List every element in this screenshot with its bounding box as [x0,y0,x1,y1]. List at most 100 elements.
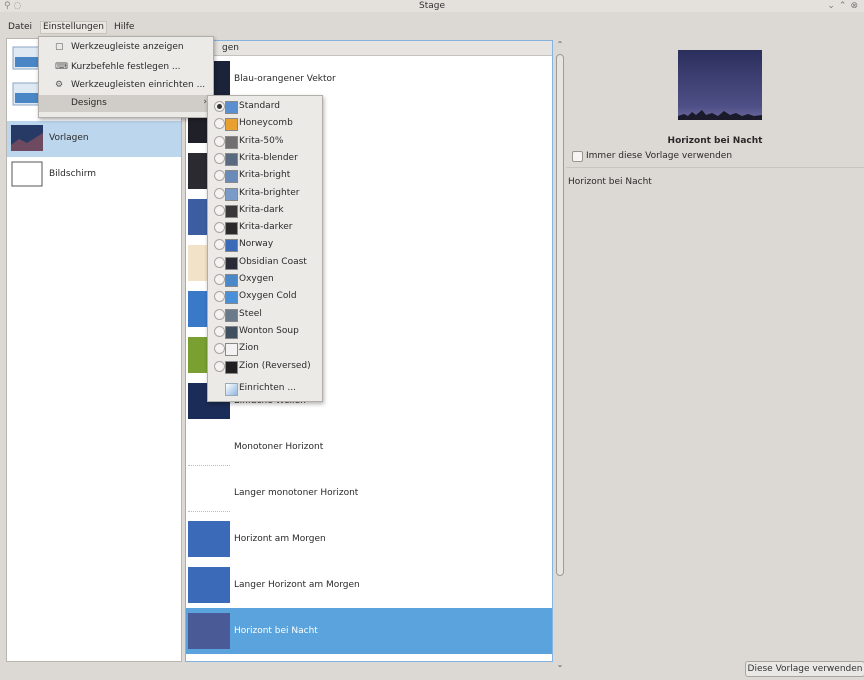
design-label: Norway [239,239,274,250]
template-thumbnail [188,567,230,603]
radio-icon[interactable] [214,256,225,268]
design-label: Obsidian Coast [239,256,307,267]
menu-item-designs[interactable]: Designs › [39,95,213,112]
design-option[interactable]: Oxygen [208,271,322,288]
radio-icon[interactable] [214,118,225,130]
menu-hilfe[interactable]: Hilfe [112,22,136,33]
window-title: Stage [418,1,445,11]
design-label: Krita-bright [239,170,291,181]
design-option[interactable]: Krita-brighter [208,185,322,202]
theme-swatch-icon [225,152,238,166]
design-label: Krita-dark [239,204,284,215]
radio-icon[interactable] [214,135,225,147]
template-thumbnail [188,429,230,466]
design-option[interactable]: Krita-50% [208,133,322,150]
theme-swatch-icon [225,360,238,374]
design-label: Krita-blender [239,152,298,163]
configure-icon [225,383,238,396]
designs-submenu: Standard Honeycomb Krita-50% Krita-blender K… [207,95,323,402]
template-row[interactable]: Horizont bei Nacht [186,608,552,654]
scrollbar-handle[interactable] [556,54,564,576]
design-label: Standard [239,101,280,111]
menu-einstellungen[interactable]: Einstellungen [40,21,108,34]
configure-toolbars-icon: ⚙ [55,80,64,90]
radio-icon[interactable] [214,308,225,320]
design-label: Zion (Reversed) [239,360,311,371]
radio-icon[interactable] [214,152,225,164]
theme-swatch-icon [225,170,238,184]
radio-icon[interactable] [214,222,225,234]
menu-item-configure-toolbars[interactable]: ⚙ Werkzeugleisten einrichten ... [39,77,213,94]
design-option[interactable]: Zion [208,340,322,357]
design-option[interactable]: Obsidian Coast [208,254,322,271]
radio-icon[interactable] [214,239,225,251]
template-label: Langer Horizont am Morgen [234,580,360,590]
template-row[interactable]: Horizont am Morgen [186,516,552,562]
theme-swatch-icon [225,101,238,114]
scroll-up-icon[interactable]: ⌃ [554,40,566,49]
template-label: Blau-orangener Vektor [234,74,336,84]
menu-item-shortcuts[interactable]: ⌨ Kurzbefehle festlegen ... [39,59,213,76]
design-label: Oxygen [239,274,274,284]
template-row[interactable]: Langer Horizont am Morgen [186,562,552,608]
theme-swatch-icon [225,343,238,357]
keyboard-shortcuts-icon: ⌨ [55,62,68,72]
radio-icon[interactable] [214,274,225,285]
design-option[interactable]: Zion (Reversed) [208,358,322,375]
template-thumbnail [11,125,43,151]
always-use-checkbox[interactable] [572,151,583,162]
design-option[interactable]: Standard [208,98,322,115]
design-option[interactable]: Norway [208,236,322,253]
design-option[interactable]: Krita-dark [208,202,322,219]
menu-item-configure-designs[interactable]: Einrichten ... [208,380,322,397]
theme-swatch-icon [225,256,238,270]
theme-swatch-icon [225,239,238,253]
template-row[interactable]: Langer monotoner Horizont [186,470,552,516]
window-titlebar: ⚲ ◌ Stage ⌄⌃⊗ [0,0,864,12]
menu-item-show-toolbar[interactable]: ▢ Werkzeugleiste anzeigen [39,39,213,56]
always-use-label: Immer diese Vorlage verwenden [586,151,733,161]
template-thumbnail [188,475,230,512]
sidebar-item-vorlagen[interactable]: Vorlagen [7,121,181,157]
design-option[interactable]: Honeycomb [208,115,322,132]
design-label: Steel [239,308,262,319]
design-label: Krita-50% [239,135,284,146]
divider [566,167,864,168]
list-header: gen [186,41,552,56]
design-label: Zion [239,343,259,354]
design-label: Honeycomb [239,118,293,129]
design-option[interactable]: Wonton Soup [208,323,322,340]
template-row[interactable]: Monotoner Horizont [186,424,552,470]
radio-icon[interactable] [214,187,225,199]
menu-datei[interactable]: Datei [6,22,34,33]
design-option[interactable]: Steel [208,306,322,323]
menubar: Datei Einstellungen Hilfe [0,12,864,34]
radio-icon[interactable] [214,204,225,216]
radio-icon[interactable] [214,325,225,337]
theme-swatch-icon [225,204,238,218]
radio-icon[interactable] [214,101,225,112]
theme-swatch-icon [225,308,238,322]
design-option[interactable]: Krita-bright [208,167,322,184]
template-list-scrollbar[interactable]: ⌃ ⌄ [554,40,566,672]
theme-swatch-icon [225,118,238,132]
template-label: Horizont bei Nacht [234,626,318,636]
design-option[interactable]: Oxygen Cold [208,288,322,305]
category-sidebar: Vorlagen Bildschirm [6,38,182,662]
radio-icon[interactable] [214,360,225,372]
design-option[interactable]: Krita-blender [208,150,322,167]
design-option[interactable]: Krita-darker [208,219,322,236]
radio-icon[interactable] [214,291,225,303]
sidebar-item-bildschirm[interactable]: Bildschirm [7,157,181,193]
template-thumbnail [188,521,230,557]
window-controls[interactable]: ⌄⌃⊗ [827,0,862,12]
radio-icon[interactable] [214,343,225,355]
use-template-button[interactable]: Diese Vorlage verwenden [745,661,864,677]
scroll-down-icon[interactable]: ⌄ [554,660,566,669]
radio-icon[interactable] [214,170,225,182]
theme-swatch-icon [225,325,238,339]
template-label: Horizont am Morgen [234,534,326,544]
theme-swatch-icon [225,274,238,287]
screen-icon [11,161,43,187]
toolbar-icon: ▢ [55,42,64,52]
